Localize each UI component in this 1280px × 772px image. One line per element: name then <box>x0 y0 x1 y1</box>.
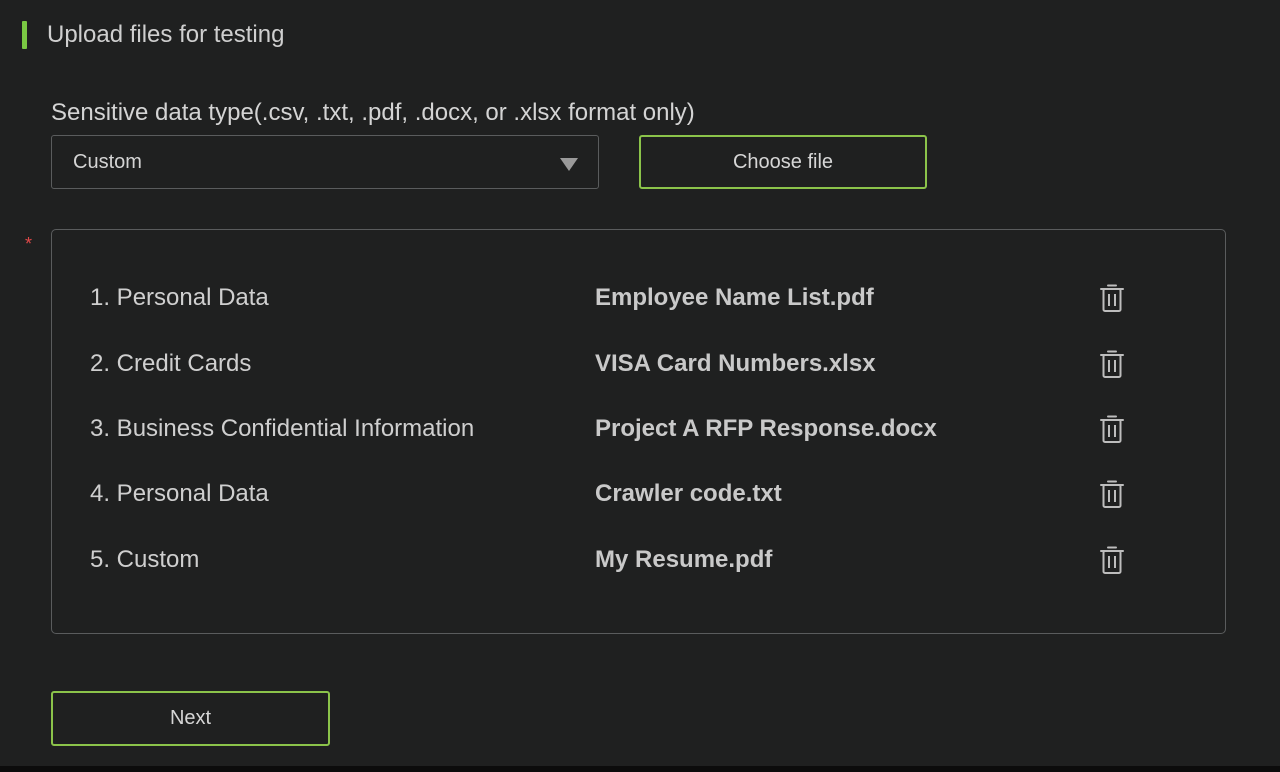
required-marker: * <box>25 234 33 254</box>
list-item: 2. Credit Cards VISA Card Numbers.xlsx <box>52 344 1225 384</box>
file-name: VISA Card Numbers.xlsx <box>595 350 876 377</box>
file-list: 1. Personal Data Employee Name List.pdf … <box>51 229 1226 634</box>
next-button[interactable]: Next <box>51 691 330 746</box>
trash-icon[interactable] <box>1099 348 1125 380</box>
file-name: Crawler code.txt <box>595 480 782 507</box>
list-item: 3. Business Confidential Information Pro… <box>52 409 1225 449</box>
list-item: 1. Personal Data Employee Name List.pdf <box>52 278 1225 318</box>
file-name: My Resume.pdf <box>595 546 773 573</box>
file-type-label: 2. Credit Cards <box>90 350 252 377</box>
list-item: 4. Personal Data Crawler code.txt <box>52 474 1225 514</box>
file-name: Project A RFP Response.docx <box>595 415 937 442</box>
file-type-label: 4. Personal Data <box>90 480 269 507</box>
file-type-label: 5. Custom <box>90 546 200 573</box>
section-header: Upload files for testing <box>22 21 284 49</box>
bottom-border <box>0 766 1280 772</box>
trash-icon[interactable] <box>1099 478 1125 510</box>
file-type-label: 3. Business Confidential Information <box>90 415 475 442</box>
chevron-down-icon <box>560 157 578 171</box>
list-item: 5. Custom My Resume.pdf <box>52 540 1225 580</box>
section-title: Upload files for testing <box>47 21 285 48</box>
file-type-label: 1. Personal Data <box>90 284 269 311</box>
file-name: Employee Name List.pdf <box>595 284 874 311</box>
trash-icon[interactable] <box>1099 413 1125 445</box>
data-type-label: Sensitive data type(.csv, .txt, .pdf, .d… <box>51 99 695 126</box>
data-type-select[interactable]: Custom <box>51 135 599 189</box>
data-type-select-value: Custom <box>73 150 142 173</box>
trash-icon[interactable] <box>1099 282 1125 314</box>
accent-bar <box>22 21 27 49</box>
trash-icon[interactable] <box>1099 544 1125 576</box>
choose-file-button[interactable]: Choose file <box>639 135 927 189</box>
